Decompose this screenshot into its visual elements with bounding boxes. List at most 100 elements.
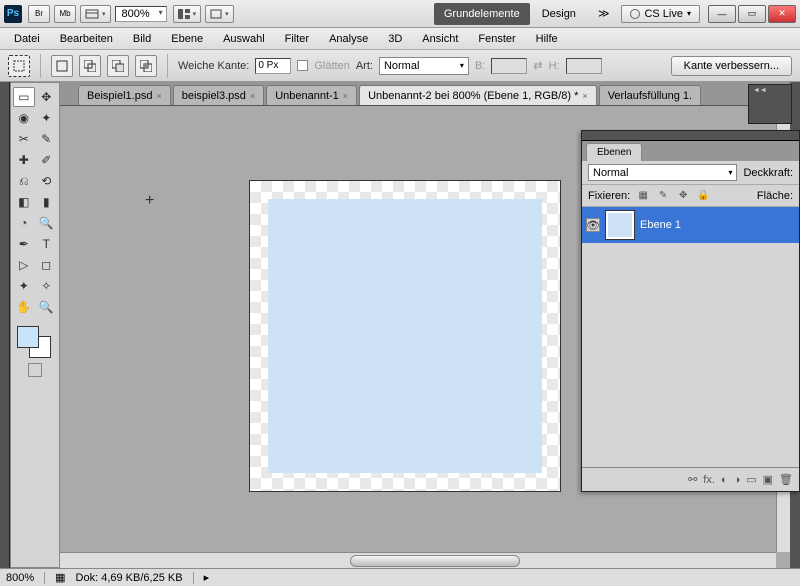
lock-transparency-icon[interactable]: ▦ — [636, 189, 650, 203]
screen-mode-dropdown[interactable] — [205, 5, 234, 23]
lock-label: Fixieren: — [588, 190, 630, 202]
menu-auswahl[interactable]: Auswahl — [213, 30, 275, 48]
feather-input[interactable] — [255, 58, 291, 74]
eraser-tool[interactable]: ◧ — [13, 192, 35, 212]
status-arrow-icon[interactable]: ▸ — [204, 571, 210, 584]
close-icon[interactable]: × — [582, 91, 587, 101]
left-dock-bar[interactable] — [0, 82, 10, 568]
doc-tab-4[interactable]: Verlaufsfüllung 1. — [599, 85, 701, 105]
3d-camera-tool[interactable]: ✧ — [36, 276, 58, 296]
path-select-tool[interactable]: ▷ — [13, 255, 35, 275]
cs-live-button[interactable]: CS Live▾ — [621, 5, 700, 23]
lock-position-icon[interactable]: ✥ — [676, 189, 690, 203]
gradient-tool[interactable]: ▮ — [36, 192, 58, 212]
menu-3d[interactable]: 3D — [378, 30, 412, 48]
layer-group-icon[interactable]: ▭ — [746, 473, 756, 486]
marquee-tool[interactable]: ▭ — [13, 87, 35, 107]
heal-tool[interactable]: ✚ — [13, 150, 35, 170]
doc-tab-1[interactable]: beispiel3.psd× — [173, 85, 264, 105]
hand-tool[interactable]: ✋ — [13, 297, 35, 317]
maximize-button[interactable]: ▭ — [738, 5, 766, 23]
doc-tab-2[interactable]: Unbenannt-1× — [266, 85, 357, 105]
dodge-tool[interactable]: 🔍 — [36, 213, 58, 233]
menu-filter[interactable]: Filter — [275, 30, 319, 48]
new-layer-icon[interactable]: ▣ — [763, 473, 773, 486]
height-input — [566, 58, 602, 74]
doc-tab-0[interactable]: Beispiel1.psd× — [78, 85, 171, 105]
bridge-button[interactable]: Br — [28, 5, 50, 23]
wand-tool[interactable]: ✦ — [36, 108, 58, 128]
arrange-docs-dropdown[interactable] — [173, 5, 202, 23]
layer-mask-icon[interactable]: ◐ — [721, 474, 728, 486]
stamp-tool[interactable]: ⎌ — [13, 171, 35, 191]
lasso-tool[interactable]: ◉ — [13, 108, 35, 128]
selection-intersect-icon[interactable] — [135, 55, 157, 77]
type-tool[interactable]: T — [36, 234, 58, 254]
doc-tab-3[interactable]: Unbenannt-2 bei 800% (Ebene 1, RGB/8) *× — [359, 85, 597, 105]
collapsed-panel-group[interactable] — [748, 84, 792, 124]
move-tool[interactable]: ✥ — [36, 87, 57, 107]
minibridge-button[interactable]: Mb — [54, 5, 76, 23]
pen-tool[interactable]: ✒ — [13, 234, 35, 254]
link-layers-icon[interactable]: ⚯ — [688, 473, 697, 486]
blur-tool[interactable]: ◔ — [13, 213, 35, 233]
menu-analyse[interactable]: Analyse — [319, 30, 378, 48]
foreground-color[interactable] — [17, 326, 39, 348]
adjustment-layer-icon[interactable]: ◑ — [734, 474, 741, 486]
menu-ebene[interactable]: Ebene — [161, 30, 213, 48]
eyedropper-tool[interactable]: ✎ — [36, 129, 58, 149]
workspace-design[interactable]: Design — [532, 3, 586, 25]
delete-layer-icon[interactable]: 🗑 — [779, 473, 793, 486]
workspace-more[interactable]: ≫ — [588, 3, 620, 25]
close-icon[interactable]: × — [343, 91, 348, 101]
layers-tab[interactable]: Ebenen — [586, 143, 642, 161]
style-value: Normal — [384, 60, 419, 72]
minimize-button[interactable]: — — [708, 5, 736, 23]
layer-name[interactable]: Ebene 1 — [640, 219, 681, 231]
scrollbar-thumb[interactable] — [350, 555, 520, 567]
status-gpu-icon: ▦ — [55, 571, 65, 584]
menu-ansicht[interactable]: Ansicht — [412, 30, 468, 48]
selection-add-icon[interactable] — [79, 55, 101, 77]
horizontal-scrollbar[interactable] — [60, 552, 776, 568]
selection-new-icon[interactable] — [51, 55, 73, 77]
history-brush-tool[interactable]: ⟲ — [36, 171, 58, 191]
visibility-toggle-icon[interactable]: 👁 — [586, 218, 600, 232]
view-extras-dropdown[interactable] — [80, 5, 111, 23]
layer-thumbnail[interactable] — [606, 211, 634, 239]
zoom-select[interactable]: 800% — [115, 6, 167, 22]
status-zoom[interactable]: 800% — [6, 572, 45, 584]
menu-bearbeiten[interactable]: Bearbeiten — [50, 30, 123, 48]
canvas[interactable] — [250, 181, 560, 491]
close-icon[interactable]: × — [156, 91, 161, 101]
menu-fenster[interactable]: Fenster — [468, 30, 525, 48]
blend-mode-select[interactable]: Normal — [588, 164, 737, 181]
document-tabs: Beispiel1.psd× beispiel3.psd× Unbenannt-… — [60, 82, 790, 106]
lock-pixels-icon[interactable]: ✎ — [656, 189, 670, 203]
crop-tool[interactable]: ✂ — [13, 129, 35, 149]
shape-tool[interactable]: ◻ — [36, 255, 58, 275]
menu-hilfe[interactable]: Hilfe — [526, 30, 568, 48]
status-doc-size[interactable]: Dok: 4,69 KB/6,25 KB — [76, 572, 194, 584]
close-icon[interactable]: × — [250, 91, 255, 101]
brush-tool[interactable]: ✐ — [36, 150, 58, 170]
lock-all-icon[interactable]: 🔒 — [696, 189, 710, 203]
layer-content — [268, 199, 542, 473]
swap-wh-icon: ⇄ — [533, 59, 542, 72]
refine-edge-button[interactable]: Kante verbessern... — [671, 56, 792, 76]
menu-datei[interactable]: Datei — [4, 30, 50, 48]
panel-drag-bar[interactable] — [582, 131, 799, 141]
workspace-grundelemente[interactable]: Grundelemente — [434, 3, 530, 25]
menu-bild[interactable]: Bild — [123, 30, 161, 48]
antialias-label: Glätten — [314, 60, 349, 72]
layer-row[interactable]: 👁 Ebene 1 — [582, 207, 799, 243]
layer-fx-icon[interactable]: fx. — [703, 474, 715, 486]
selection-subtract-icon[interactable] — [107, 55, 129, 77]
fill-label: Fläche: — [757, 190, 793, 202]
close-button[interactable]: ✕ — [768, 5, 796, 23]
current-tool-icon[interactable] — [8, 55, 30, 77]
style-select[interactable]: Normal — [379, 57, 469, 75]
quickmask-toggle[interactable] — [28, 363, 42, 377]
3d-tool[interactable]: ✦ — [13, 276, 35, 296]
zoom-tool[interactable]: 🔍 — [36, 297, 58, 317]
